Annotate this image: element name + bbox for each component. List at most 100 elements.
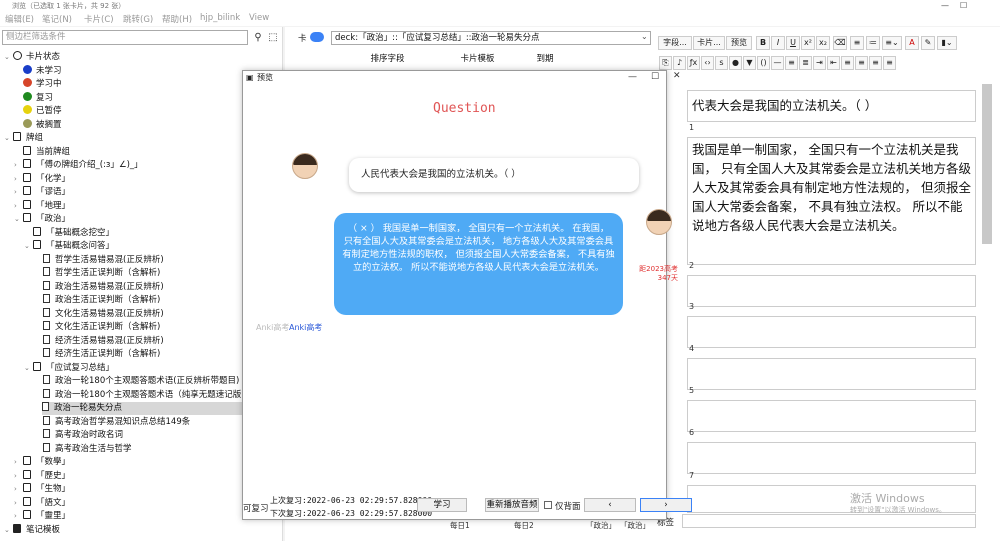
dialog-maximize-button[interactable]: ☐ <box>651 72 659 82</box>
indent-icon[interactable]: ⇥ <box>813 56 826 70</box>
magnifier-icon[interactable]: ⚲ <box>251 30 265 45</box>
sidebar-item[interactable]: 学习中 <box>23 78 62 91</box>
sidebar-item[interactable]: › 「谬语」 <box>14 186 70 199</box>
sidebar-item[interactable]: ⌄ 「基础概念问答」 <box>24 240 114 253</box>
replay-audio-button[interactable]: 重新播放音频 <box>485 498 539 512</box>
expand-arrow-icon[interactable]: › <box>14 173 23 186</box>
menu-notes[interactable]: 笔记(N) <box>42 13 72 25</box>
next-card-button[interactable]: › <box>640 498 692 512</box>
sidebar-item[interactable]: 政治一轮180个主观题答题术语(正反辨析带题目) <box>43 375 239 388</box>
sidebar-item[interactable]: › 「語文」 <box>14 496 70 510</box>
sidebar-item[interactable]: 文化生活易错易混(正反辨析) <box>43 307 164 321</box>
back-only-checkbox[interactable] <box>544 501 552 509</box>
align-left-icon[interactable]: ≡ <box>841 56 854 70</box>
preview-button[interactable]: 预览 <box>726 36 752 50</box>
sidebar-item[interactable]: ⌄ 卡片状态 <box>4 51 60 64</box>
subscript-button[interactable]: x₂ <box>816 36 830 50</box>
expand-arrow-icon[interactable]: › <box>14 483 23 496</box>
sidebar-item[interactable]: ⌄ 笔记模板 <box>4 523 60 537</box>
sidebar-item[interactable]: 高考政治时政名词 <box>43 429 123 442</box>
dialog-close-button[interactable]: ✕ <box>673 71 681 81</box>
eraser-icon[interactable]: ⌫ <box>833 36 847 50</box>
menu-cards[interactable]: 卡片(C) <box>84 13 114 25</box>
maximize-button[interactable]: ☐ <box>960 0 967 12</box>
note-field[interactable]: 我国是单一制国家， 全国只有一个立法机关是我国， 只有全国人大及其常委会是立法机… <box>687 137 976 265</box>
list2-icon[interactable]: ≣ <box>799 56 812 70</box>
sidebar-item[interactable]: 文化生活正误判断（含解析) <box>43 321 160 334</box>
minimize-button[interactable]: — <box>941 0 949 12</box>
expand-arrow-icon[interactable]: › <box>14 510 23 523</box>
cards-button[interactable]: 卡片... <box>693 36 725 50</box>
align-dropdown-icon[interactable]: ≡⌄ <box>882 36 902 50</box>
paren-icon[interactable]: () <box>757 56 770 70</box>
expand-arrow-icon[interactable]: ⌄ <box>24 240 33 253</box>
expand-arrow-icon[interactable]: › <box>14 200 23 213</box>
bullet-list-icon[interactable]: ≡ <box>850 36 864 50</box>
hr-icon[interactable]: — <box>771 56 784 70</box>
sidebar-item[interactable]: ⌄ 「应试复习总结」 <box>24 361 114 375</box>
expand-arrow-icon[interactable]: › <box>14 470 23 483</box>
sidebar-item[interactable]: 已暂停 <box>23 105 62 118</box>
search-query-input[interactable]: deck:「政治」::「应试复习总结」::政治一轮易失分点 <box>331 31 651 45</box>
column-header-card-template[interactable]: 卡片模板 <box>445 52 510 66</box>
sidebar-item[interactable]: 未学习 <box>23 64 62 78</box>
note-field[interactable] <box>687 400 976 432</box>
column-header-sort-field[interactable]: 排序字段 <box>330 52 445 66</box>
expand-arrow-icon[interactable]: › <box>14 186 23 199</box>
menu-view[interactable]: View <box>249 13 269 23</box>
study-button[interactable]: 学习 <box>417 498 467 512</box>
note-field[interactable] <box>687 275 976 307</box>
sidebar-item[interactable]: 「基础概念挖空」 <box>33 226 114 240</box>
mark-icon[interactable]: ▼ <box>743 56 756 70</box>
formula-icon[interactable]: ƒx <box>687 56 700 70</box>
expand-arrow-icon[interactable]: › <box>14 456 23 469</box>
highlight-icon[interactable]: ✎ <box>921 36 935 50</box>
sidebar-item[interactable]: 复习 <box>23 91 53 105</box>
sidebar-item[interactable]: 政治一轮180个主观题答题术语（纯享无题速记版) <box>43 388 245 402</box>
italic-button[interactable]: I <box>771 36 785 50</box>
sidebar-item[interactable]: 政治生活易错易混(正反辨析) <box>43 280 164 294</box>
cards-notes-toggle[interactable] <box>310 32 324 42</box>
sidebar-item[interactable]: 高考政治生活与哲学 <box>43 442 132 456</box>
expand-arrow-icon[interactable]: ⌄ <box>4 132 13 145</box>
expand-arrow-icon[interactable]: ⌄ <box>14 213 23 226</box>
selection-icon[interactable]: ⬚ <box>266 30 280 45</box>
numbered-list-icon[interactable]: ≔ <box>866 36 880 50</box>
expand-arrow-icon[interactable]: ⌄ <box>24 362 33 375</box>
sidebar-item[interactable]: 哲学生活易错易混(正反辨析) <box>43 253 164 267</box>
bold-button[interactable]: B <box>756 36 770 50</box>
paperclip-icon[interactable]: ⎘ <box>659 56 672 70</box>
align-right-icon[interactable]: ≡ <box>869 56 882 70</box>
sidebar-item[interactable]: › 「化学」 <box>14 172 70 186</box>
sidebar-item[interactable]: › 「地理」 <box>14 199 70 213</box>
list-icon[interactable]: ≡ <box>785 56 798 70</box>
tags-input[interactable] <box>682 514 976 528</box>
underline-button[interactable]: U <box>786 36 800 50</box>
sidebar-item[interactable]: › 「数學」 <box>14 456 70 469</box>
anki-link[interactable]: Anki高考 <box>289 322 322 333</box>
superscript-button[interactable]: x² <box>801 36 815 50</box>
menu-hjp-bilink[interactable]: hjp_bilink <box>200 13 240 23</box>
sidebar-item[interactable]: › 「傅の牌组介绍_(:з」∠)_」 <box>14 159 143 172</box>
align-center-icon[interactable]: ≡ <box>855 56 868 70</box>
menu-help[interactable]: 帮助(H) <box>162 13 192 25</box>
query-dropdown-icon[interactable]: ⌄ <box>641 32 648 41</box>
previous-card-button[interactable]: ‹ <box>584 498 636 512</box>
menu-edit[interactable]: 编辑(E) <box>5 13 34 25</box>
microphone-icon[interactable]: ♪ <box>673 56 686 70</box>
sidebar-item[interactable]: 被搁置 <box>23 118 62 132</box>
sidebar-item[interactable]: ⌄ 牌组 <box>4 132 43 145</box>
fields-button[interactable]: 字段... <box>658 36 692 50</box>
sidebar-item[interactable]: › 「歷史」 <box>14 469 70 483</box>
editor-scrollbar[interactable] <box>982 84 992 244</box>
color-dot-icon[interactable]: ● <box>729 56 742 70</box>
note-field[interactable] <box>687 358 976 390</box>
note-field[interactable] <box>687 316 976 348</box>
sidebar-item[interactable]: ⌄ 「政治」 <box>14 213 70 226</box>
note-field[interactable]: 代表大会是我国的立法机关。（ ） <box>687 90 976 122</box>
sidebar-item[interactable]: 高考政治哲学易混知识点总结149条 <box>43 415 190 429</box>
sidebar-search-input[interactable]: 侧边栏筛选条件 <box>2 30 248 45</box>
note-field[interactable] <box>687 442 976 474</box>
highlight-color-dropdown-icon[interactable]: ▮⌄ <box>937 36 957 50</box>
menu-goto[interactable]: 跳转(G) <box>123 13 153 25</box>
